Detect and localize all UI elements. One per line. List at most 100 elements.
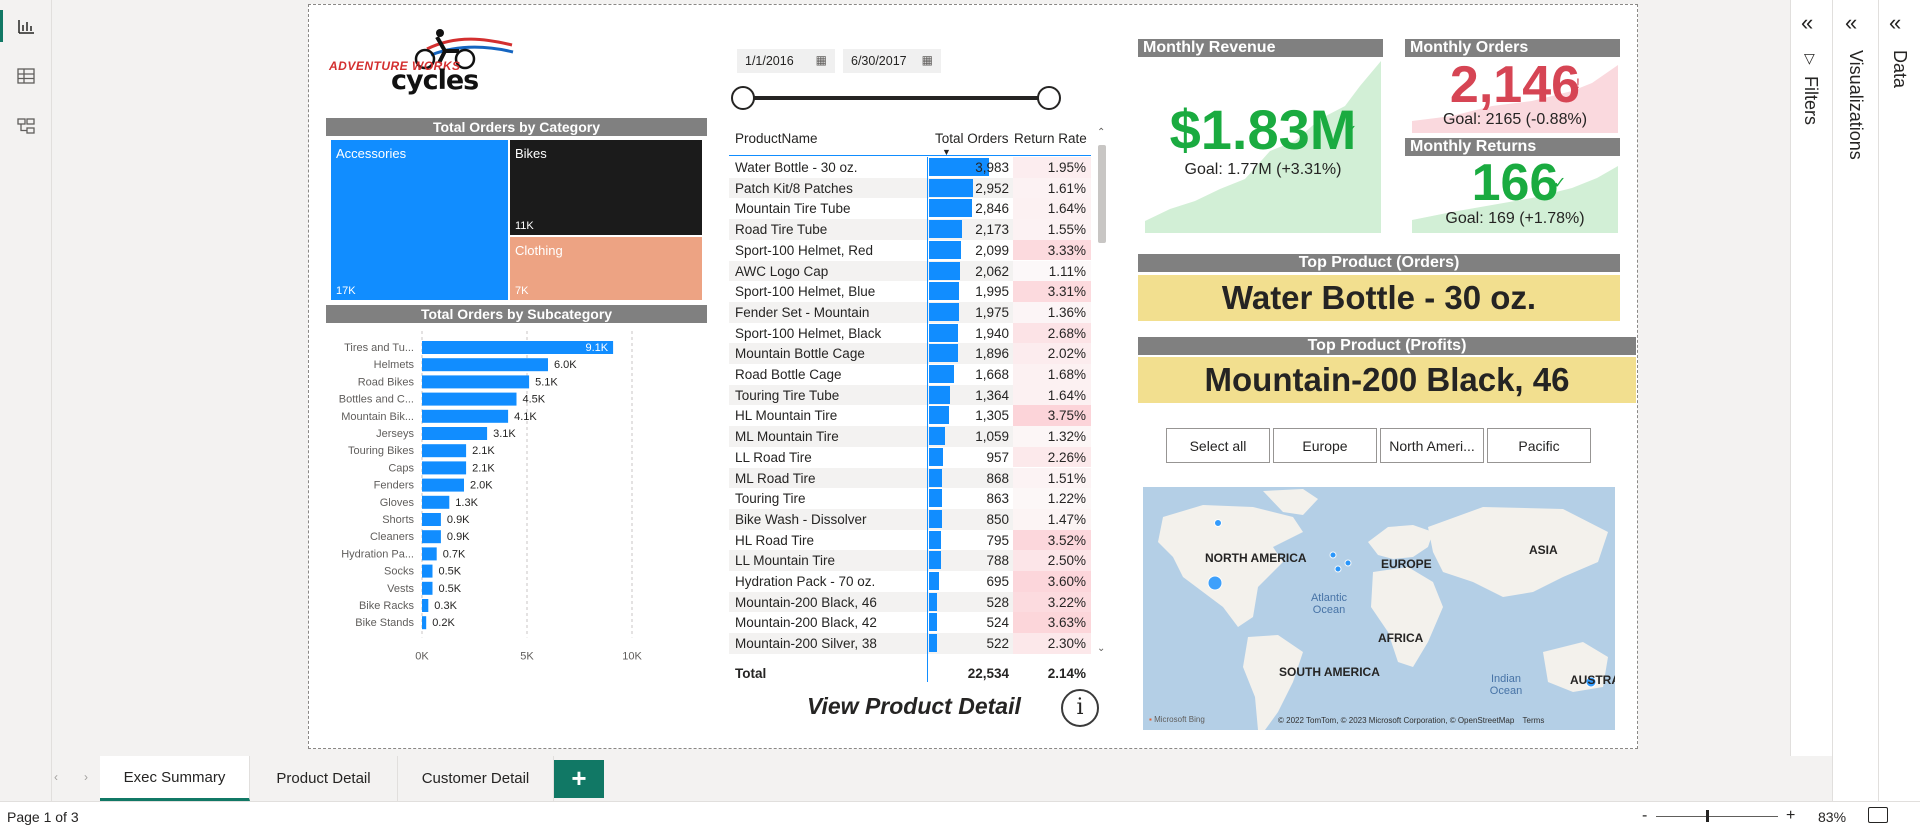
scroll-down-icon[interactable]: ⌄	[1097, 643, 1105, 654]
scroll-thumb[interactable]	[1098, 145, 1106, 243]
region-north-america[interactable]: North Ameri...	[1380, 428, 1484, 463]
bar[interactable]	[422, 495, 450, 509]
bar[interactable]	[422, 616, 427, 630]
bar[interactable]	[422, 375, 530, 389]
table-row[interactable]: Mountain-200 Silver, 38 522 2.30%	[729, 633, 1091, 654]
bar[interactable]	[422, 444, 467, 458]
header-total-orders[interactable]: Total Orders	[935, 131, 1009, 146]
prev-page-icon[interactable]: ‹	[54, 770, 58, 784]
bar[interactable]	[422, 530, 441, 544]
zoom-in-button[interactable]: +	[1786, 807, 1795, 825]
region-europe[interactable]: Europe	[1273, 428, 1377, 463]
end-date-input[interactable]: 6/30/2017 ▦	[843, 49, 941, 73]
tab-exec-summary[interactable]: Exec Summary	[100, 756, 250, 801]
cell-total-orders: 1,668	[975, 367, 1009, 382]
table-row[interactable]: ML Mountain Tire 1,059 1.32%	[729, 426, 1091, 447]
table-row[interactable]: Sport-100 Helmet, Blue 1,995 3.31%	[729, 281, 1091, 302]
table-row[interactable]: Water Bottle - 30 oz. 3,983 1.95%	[729, 157, 1091, 178]
tab-product-detail[interactable]: Product Detail	[250, 756, 398, 801]
tab-customer-detail[interactable]: Customer Detail	[398, 756, 554, 801]
table-row[interactable]: Fender Set - Mountain 1,975 1.36%	[729, 301, 1091, 323]
canvas-area: ADVENTURE WORKS cycles 1/1/2016 ▦ 6/30/2…	[52, 0, 1790, 756]
chevron-left-icon[interactable]: «	[1845, 10, 1857, 36]
add-page-button[interactable]: +	[554, 760, 604, 798]
date-slider-track[interactable]	[743, 96, 1049, 100]
data-label: 2.0K	[470, 480, 493, 492]
date-slider-start-handle[interactable]	[731, 86, 755, 110]
table-row[interactable]: Mountain-200 Black, 46 528 3.22%	[729, 591, 1091, 613]
table-view-button[interactable]	[0, 54, 52, 98]
visualizations-pane[interactable]: « Visualizations	[1832, 0, 1878, 801]
header-product-name[interactable]: ProductName	[735, 131, 818, 146]
end-date-value: 6/30/2017	[851, 54, 907, 68]
zoom-slider-track[interactable]	[1656, 816, 1778, 817]
table-row[interactable]: Bike Wash - Dissolver 850 1.47%	[729, 508, 1091, 530]
cell-product-name: Mountain Tire Tube	[735, 201, 851, 217]
cell-product-name: ML Road Tire	[735, 470, 816, 486]
data-label: 3.1K	[493, 428, 516, 440]
map-terms-link[interactable]: Terms	[1523, 716, 1545, 725]
info-icon[interactable]: i	[1061, 689, 1099, 727]
zoom-out-button[interactable]: -	[1642, 807, 1647, 825]
category-label: Socks	[384, 566, 414, 578]
model-view-button[interactable]	[0, 104, 52, 148]
table-row[interactable]: Hydration Pack - 70 oz. 695 3.60%	[729, 571, 1091, 592]
scroll-up-icon[interactable]: ⌃	[1097, 127, 1105, 138]
view-product-detail-link[interactable]: View Product Detail	[807, 693, 1021, 720]
bar[interactable]	[422, 581, 433, 595]
table-row[interactable]: Touring Tire Tube 1,364 1.64%	[729, 384, 1091, 406]
bar[interactable]	[422, 547, 437, 561]
category-label: Fenders	[374, 480, 415, 492]
table-row[interactable]: LL Road Tire 957 2.26%	[729, 446, 1091, 468]
table-row[interactable]: AWC Logo Cap 2,062 1.11%	[729, 260, 1091, 282]
date-slider-end-handle[interactable]	[1037, 86, 1061, 110]
bar[interactable]	[422, 599, 429, 612]
region-pacific[interactable]: Pacific	[1487, 428, 1591, 463]
total-orders: 22,534	[967, 666, 1009, 681]
bar[interactable]	[422, 513, 441, 526]
category-treemap: Accessories 17K Bikes 11K Clothing 7K	[331, 140, 702, 300]
data-label: 4.5K	[523, 394, 546, 406]
data-pane[interactable]: « Data	[1878, 0, 1920, 801]
table-row[interactable]: HL Road Tire 795 3.52%	[729, 529, 1091, 551]
table-row[interactable]: LL Mountain Tire 788 2.50%	[729, 550, 1091, 571]
bar[interactable]	[422, 461, 467, 475]
table-row[interactable]: Mountain Tire Tube 2,846 1.64%	[729, 198, 1091, 220]
table-scrollbar[interactable]: ⌃ ⌄	[1097, 127, 1107, 659]
table-row[interactable]: Sport-100 Helmet, Red 2,099 3.33%	[729, 239, 1091, 261]
treemap-accessories[interactable]: Accessories 17K	[331, 140, 508, 300]
bar[interactable]	[422, 564, 433, 578]
report-view-button[interactable]	[0, 4, 52, 48]
table-row[interactable]: Touring Tire 863 1.22%	[729, 488, 1091, 509]
chevron-left-icon[interactable]: «	[1889, 10, 1901, 36]
table-row[interactable]: Patch Kit/8 Patches 2,952 1.61%	[729, 177, 1091, 199]
bar[interactable]	[422, 427, 488, 440]
bar[interactable]	[422, 341, 614, 354]
data-label: 9.1K	[585, 342, 608, 354]
start-date-input[interactable]: 1/1/2016 ▦	[737, 49, 835, 73]
treemap-clothing[interactable]: Clothing 7K	[510, 237, 702, 300]
header-return-rate[interactable]: Return Rate	[1014, 131, 1087, 146]
bar[interactable]	[422, 358, 548, 372]
cell-total-orders: 1,059	[975, 429, 1009, 445]
table-row[interactable]: Mountain-200 Black, 42 524 3.63%	[729, 612, 1091, 634]
cell-return-rate: 3.33%	[1013, 239, 1091, 261]
bar[interactable]	[422, 392, 517, 406]
table-row[interactable]: Sport-100 Helmet, Black 1,940 2.68%	[729, 322, 1091, 344]
table-row[interactable]: Road Bottle Cage 1,668 1.68%	[729, 364, 1091, 385]
table-row[interactable]: HL Mountain Tire 1,305 3.75%	[729, 405, 1091, 427]
table-row[interactable]: ML Road Tire 868 1.51%	[729, 467, 1091, 489]
table-row[interactable]: Road Tire Tube 2,173 1.55%	[729, 219, 1091, 240]
fit-to-page-icon[interactable]	[1868, 807, 1888, 823]
table-row[interactable]: Mountain Bottle Cage 1,896 2.02%	[729, 343, 1091, 364]
chevron-left-icon[interactable]: «	[1801, 10, 1813, 36]
bar[interactable]	[422, 409, 509, 423]
cell-total-orders: 1,364	[975, 387, 1009, 403]
filters-pane[interactable]: « ▽ Filters	[1790, 0, 1832, 801]
orders-map[interactable]: NORTH AMERICA EUROPE ASIA Atlantic Ocean…	[1143, 487, 1615, 730]
region-select-all[interactable]: Select all	[1166, 428, 1270, 463]
treemap-bikes[interactable]: Bikes 11K	[510, 140, 702, 235]
bar[interactable]	[422, 478, 464, 492]
next-page-icon[interactable]: ›	[84, 770, 88, 784]
zoom-slider-thumb[interactable]	[1706, 810, 1709, 822]
